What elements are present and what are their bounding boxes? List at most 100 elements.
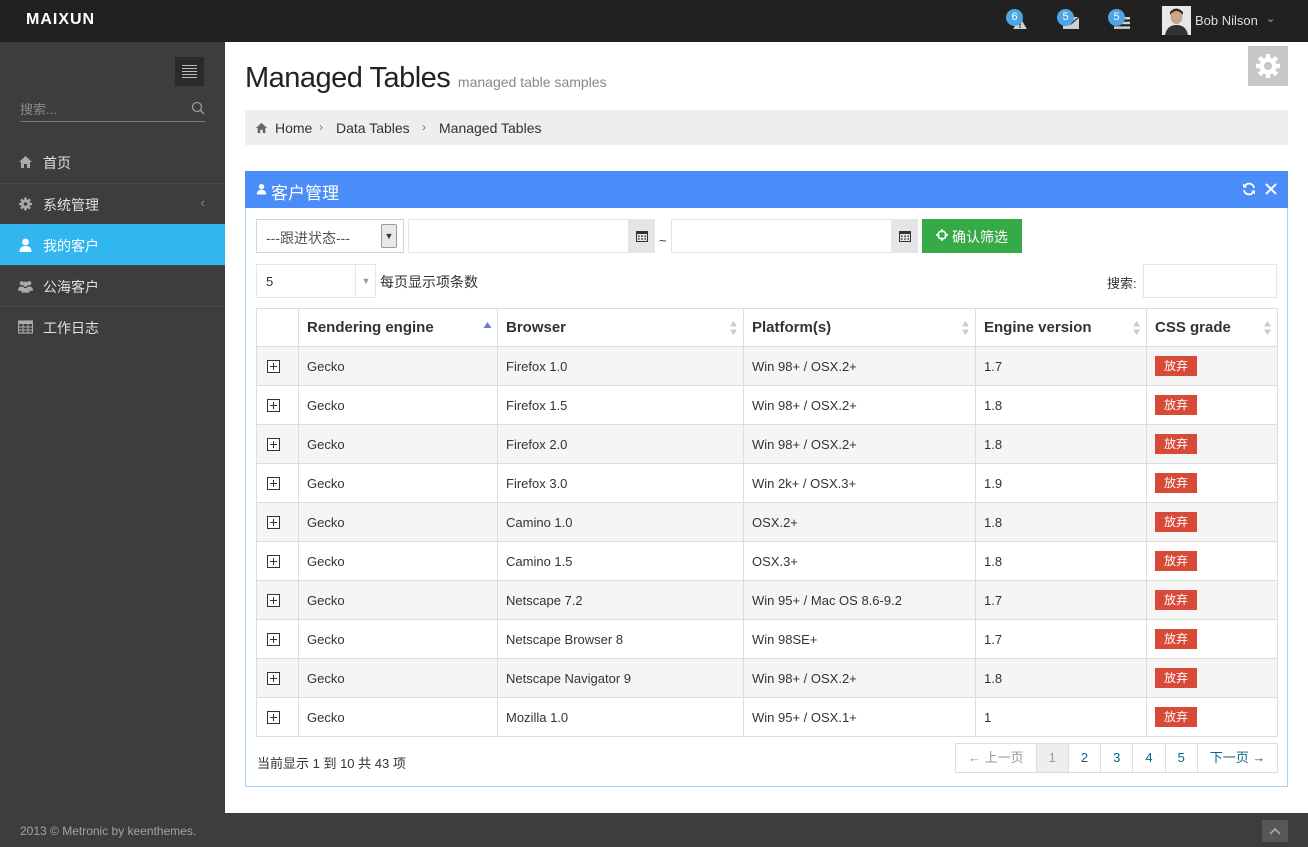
pagination-page-5[interactable]: 5 [1164, 744, 1197, 772]
sidebar-search-input[interactable] [20, 98, 180, 120]
engine-cell: Gecko [298, 580, 498, 620]
column-header-platform[interactable]: Platform(s) [743, 308, 976, 347]
grade-badge[interactable]: 放弃 [1155, 629, 1198, 649]
column-header-browser[interactable]: Browser [497, 308, 744, 347]
sidebar-search [20, 98, 205, 122]
notification-toggle[interactable]: 6 [1006, 9, 1032, 35]
page-title: Managed Tables managed table samples [245, 62, 607, 95]
engine-cell: Gecko [298, 463, 498, 503]
expand-plus-icon[interactable] [267, 671, 280, 685]
end-date-field[interactable] [671, 219, 892, 253]
follow-status-select[interactable]: ---跟进状态--- ▼ [256, 219, 404, 253]
logo[interactable]: MAIXUN [26, 11, 95, 29]
sidebar-item-public-customers[interactable]: 公海客户 [0, 265, 225, 306]
page-content: Managed Tables managed table samples Hom… [225, 42, 1308, 813]
portlet-title: 客户管理 [271, 184, 339, 203]
pagination-prev[interactable]: ← 上一页 [956, 744, 1036, 772]
sidebar-item-system[interactable]: 系统管理 ‹ [0, 183, 225, 224]
expand-cell [256, 580, 299, 620]
reload-icon[interactable] [1242, 182, 1256, 196]
start-date-field[interactable] [408, 219, 629, 253]
chevron-right-icon: › [319, 120, 323, 134]
sidebar-item-my-customers[interactable]: 我的客户 [0, 224, 225, 265]
sidebar-item-label: 首页 [43, 155, 71, 171]
tasks-toggle[interactable]: 5 [1108, 9, 1134, 35]
version-cell: 1.8 [975, 658, 1147, 698]
engine-cell: Gecko [298, 619, 498, 659]
expand-plus-icon[interactable] [267, 359, 280, 373]
table-row: Gecko Firefox 1.5 Win 98+ / OSX.2+ 1.8 放… [256, 385, 1278, 425]
chevron-right-icon: › [422, 120, 426, 134]
grade-badge[interactable]: 放弃 [1155, 590, 1198, 610]
table-row: Gecko Firefox 2.0 Win 98+ / OSX.2+ 1.8 放… [256, 424, 1278, 464]
pagination-page-1[interactable]: 1 [1035, 744, 1068, 772]
top-header: MAIXUN 6 5 5 Bob Nilson ⌄ [0, 0, 1308, 42]
notification-badge: 6 [1006, 9, 1023, 26]
version-cell: 1.9 [975, 463, 1147, 503]
breadcrumb: Home › Data Tables › Managed Tables [245, 110, 1288, 145]
sidebar-toggle-button[interactable] [175, 57, 204, 86]
pagination: ← 上一页 1 2 3 4 5 下一页 → [955, 743, 1279, 773]
browser-cell: Firefox 1.5 [497, 385, 744, 425]
search-icon[interactable] [191, 101, 205, 115]
expand-plus-icon[interactable] [267, 632, 280, 646]
grade-badge[interactable]: 放弃 [1155, 551, 1198, 571]
pagination-page-4[interactable]: 4 [1132, 744, 1165, 772]
breadcrumb-home[interactable]: Home [275, 120, 312, 136]
breadcrumb-data-tables[interactable]: Data Tables [336, 120, 410, 136]
grade-badge[interactable]: 放弃 [1155, 395, 1198, 415]
expand-plus-icon[interactable] [267, 593, 280, 607]
expand-plus-icon[interactable] [267, 398, 280, 412]
theme-settings-button[interactable] [1248, 46, 1288, 86]
sidebar-item-home[interactable]: 首页 [0, 142, 225, 183]
table-row: Gecko Camino 1.0 OSX.2+ 1.8 放弃 [256, 502, 1278, 542]
sidebar-item-work-log[interactable]: 工作日志 [0, 306, 225, 347]
page-footer: 2013 © Metronic by keenthemes. [0, 813, 1308, 847]
start-date-input[interactable] [409, 220, 628, 252]
expand-plus-icon[interactable] [267, 437, 280, 451]
confirm-filter-button[interactable]: 确认筛选 [922, 219, 1022, 253]
close-icon[interactable] [1264, 182, 1278, 196]
browser-cell: Firefox 3.0 [497, 463, 744, 503]
grade-badge[interactable]: 放弃 [1155, 434, 1198, 454]
engine-cell: Gecko [298, 658, 498, 698]
grade-badge[interactable]: 放弃 [1155, 512, 1198, 532]
column-header-grade[interactable]: CSS grade [1146, 308, 1278, 347]
end-date-input[interactable] [672, 220, 891, 252]
grade-badge[interactable]: 放弃 [1155, 473, 1198, 493]
page-length-select[interactable]: 5 ▼ [256, 264, 376, 298]
browser-cell: Netscape Navigator 9 [497, 658, 744, 698]
column-header-version[interactable]: Engine version [975, 308, 1147, 347]
chevron-down-icon: ⌄ [1266, 13, 1276, 25]
browser-cell: Mozilla 1.0 [497, 697, 744, 737]
table-row: Gecko Netscape 7.2 Win 95+ / Mac OS 8.6-… [256, 580, 1278, 620]
customer-portlet: 客户管理 ---跟进状态--- ▼ ~ 确认筛选 5 ▼ 每页显示项条数 搜索: [245, 171, 1288, 787]
group-icon [18, 281, 33, 293]
table-search-field[interactable] [1143, 264, 1277, 298]
grade-badge[interactable]: 放弃 [1155, 668, 1198, 688]
confirm-filter-label: 确认筛选 [952, 229, 1008, 245]
user-name: Bob Nilson [1195, 13, 1258, 28]
cog-icon [19, 197, 32, 211]
table-search-input[interactable] [1144, 265, 1276, 297]
expand-plus-icon[interactable] [267, 515, 280, 529]
end-date-button[interactable] [891, 219, 918, 253]
expand-cell [256, 658, 299, 698]
inbox-toggle[interactable]: 5 [1057, 9, 1083, 35]
pagination-page-2[interactable]: 2 [1067, 744, 1101, 772]
pagination-page-3[interactable]: 3 [1100, 744, 1133, 772]
expand-plus-icon[interactable] [267, 710, 280, 724]
home-icon [19, 156, 32, 168]
column-header-engine[interactable]: Rendering engine [298, 308, 498, 347]
pagination-next[interactable]: 下一页 → [1196, 744, 1278, 772]
start-date-button[interactable] [628, 219, 655, 253]
footer-copyright: 2013 © Metronic by keenthemes. [20, 824, 197, 838]
grade-badge[interactable]: 放弃 [1155, 707, 1198, 727]
expand-plus-icon[interactable] [267, 476, 280, 490]
expand-plus-icon[interactable] [267, 554, 280, 568]
grade-cell: 放弃 [1146, 619, 1278, 659]
scroll-top-button[interactable] [1262, 820, 1288, 842]
grade-badge[interactable]: 放弃 [1155, 356, 1198, 376]
table-row: Gecko Netscape Browser 8 Win 98SE+ 1.7 放… [256, 619, 1278, 659]
calendar-icon [899, 231, 911, 242]
